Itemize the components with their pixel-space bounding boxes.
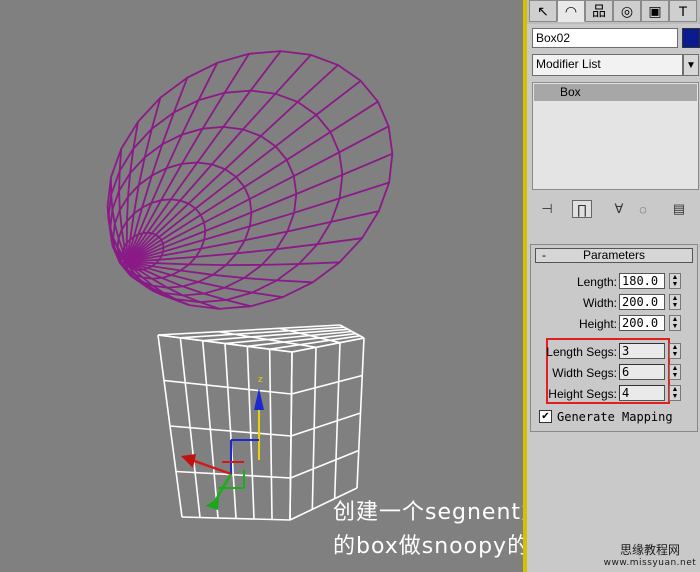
length-spinner-icon[interactable]: ▲ ▼ <box>669 273 681 289</box>
width-segs-input[interactable]: 6 <box>619 364 665 380</box>
box-right-v2 <box>290 412 361 437</box>
pin-stack-icon[interactable]: ⊣ <box>537 200 557 218</box>
length-label: Length: <box>576 275 617 289</box>
caption-line-2: 的box做snoopy的身 <box>333 534 523 559</box>
display-tab[interactable]: ▣ <box>641 0 669 22</box>
head-meridian-25 <box>126 54 312 263</box>
make-unique-icon[interactable]: ∀ <box>609 200 629 218</box>
utilities-tab[interactable]: T <box>669 0 697 22</box>
configure-modifier-sets-icon[interactable]: ▤ <box>669 200 689 218</box>
motion-tab[interactable]: ◎ <box>613 0 641 22</box>
width-row: Width: 200.0 ▲ ▼ <box>531 294 699 312</box>
width-segs-spinner-icon[interactable]: ▲ ▼ <box>669 364 681 380</box>
hierarchy-icon: 品 <box>592 3 606 19</box>
head-wireframe <box>106 50 394 310</box>
command-panel-tabs: ↖ ◠ 品 ◎ ▣ T <box>527 0 700 24</box>
perspective-viewport[interactable]: z 创建一个segnent为3,6,4 的box做snoopy的身 <box>0 0 523 572</box>
modifier-list-dropdown[interactable]: Modifier List <box>532 54 683 76</box>
motion-icon: ◎ <box>620 2 634 19</box>
length-segs-row: Length Segs: 3 ▲ ▼ <box>531 343 699 361</box>
width-input[interactable]: 200.0 <box>619 294 665 310</box>
checkmark-icon[interactable]: ✔ <box>539 410 552 424</box>
head-meridian-2 <box>126 152 393 263</box>
remove-modifier-icon[interactable]: ◌ <box>633 200 653 218</box>
length-segs-input[interactable]: 3 <box>619 343 665 359</box>
height-label: Height: <box>578 317 617 331</box>
length-input[interactable]: 180.0 <box>619 273 665 289</box>
width-segs-label: Width Segs: <box>552 366 617 380</box>
width-label: Width: <box>582 296 617 310</box>
head-meridian-6 <box>126 261 340 267</box>
display-monitor-icon: ▣ <box>648 2 662 19</box>
modifier-stack: Box <box>532 82 699 190</box>
width-segs-row: Width Segs: 6 ▲ ▼ <box>531 364 699 382</box>
parameters-title: Parameters <box>582 248 646 262</box>
site-watermark: 思缘教程网 www.missyuan.net <box>602 544 698 570</box>
watermark-line-1: 思缘教程网 <box>619 543 680 557</box>
show-end-result-icon[interactable]: ∏ <box>572 200 592 218</box>
object-color-swatch[interactable] <box>682 28 700 48</box>
stack-item-box[interactable]: Box <box>534 84 697 101</box>
modify-tab[interactable]: ◠ <box>557 0 585 22</box>
generate-mapping-label: Generate Mapping <box>557 409 673 424</box>
height-segs-input[interactable]: 4 <box>619 385 665 401</box>
object-name-field[interactable]: Box02 <box>532 28 678 48</box>
box-wireframe <box>157 324 365 521</box>
height-row: Height: 200.0 ▲ ▼ <box>531 315 699 333</box>
chevron-down-icon[interactable]: ▼ <box>683 54 699 76</box>
height-segs-label: Height Segs: <box>548 387 617 401</box>
watermark-line-2: www.missyuan.net <box>603 558 697 568</box>
height-segs-spinner-icon[interactable]: ▲ ▼ <box>669 385 681 401</box>
create-tab[interactable]: ↖ <box>529 0 557 22</box>
height-spinner-icon[interactable]: ▲ ▼ <box>669 315 681 331</box>
create-arrow-icon: ↖ <box>537 2 549 19</box>
hierarchy-tab[interactable]: 品 <box>585 0 613 22</box>
length-segs-spinner-icon[interactable]: ▲ ▼ <box>669 343 681 359</box>
height-input[interactable]: 200.0 <box>619 315 665 331</box>
modify-arc-icon: ◠ <box>564 2 578 19</box>
gizmo-y-arrow[interactable] <box>205 498 219 510</box>
utilities-hammer-icon: T <box>678 3 688 19</box>
box-right-v1 <box>290 449 360 479</box>
length-segs-label: Length Segs: <box>546 345 617 359</box>
gizmo-z-label: z <box>258 375 263 385</box>
length-row: Length: 180.0 ▲ ▼ <box>531 273 699 291</box>
head-meridian-24 <box>126 50 282 263</box>
head-meridian-26 <box>126 64 339 263</box>
command-panel: ↖ ◠ 品 ◎ ▣ T Box02 Modifier List ▼ Box ⊣ … <box>527 0 700 572</box>
generate-mapping-checkbox[interactable]: ✔ Generate Mapping <box>539 409 673 424</box>
head-meridian-1 <box>126 125 390 263</box>
box-right-v3 <box>291 374 363 395</box>
viewport-scene: z <box>106 50 394 521</box>
height-segs-row: Height Segs: 4 ▲ ▼ <box>531 385 699 403</box>
parameters-rollout: - Parameters Length: 180.0 ▲ ▼ Width: 200… <box>530 244 698 432</box>
head-meridian-27 <box>126 80 362 263</box>
caption-line-1: 创建一个segnent为3,6,4 <box>333 500 523 525</box>
width-spinner-icon[interactable]: ▲ ▼ <box>669 294 681 310</box>
parameters-rollout-header[interactable]: - Parameters <box>535 248 693 263</box>
